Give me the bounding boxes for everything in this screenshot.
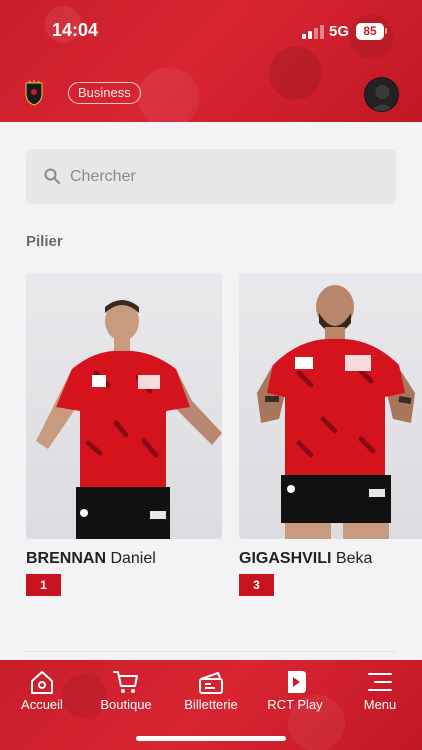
search-input[interactable] [70,149,380,204]
player-card[interactable]: GIGASHVILI Beka 3 [239,273,422,596]
search-bar[interactable] [26,149,396,204]
cart-icon [113,671,138,693]
nav-label: Accueil [21,697,63,712]
network-type: 5G [329,23,350,40]
status-time: 14:04 [52,20,99,40]
nav-label: Boutique [100,697,152,712]
ticket-icon [199,672,223,694]
player-last-name: GIGASHVILI [239,550,332,567]
home-indicator[interactable] [136,736,286,741]
player-number-badge: 1 [26,574,61,596]
nav-item-menu[interactable]: Menu [338,668,422,712]
nav-label: RCT Play [267,697,323,712]
home-icon [31,671,53,694]
player-name: BRENNAN Daniel [26,550,222,568]
section-title: Pilier [26,233,63,250]
player-carousel[interactable]: BRENNAN Daniel 1 GIGASHVILI Beka 3 [26,273,422,603]
nav-item-boutique[interactable]: Boutique [84,668,168,712]
player-photo [26,273,222,539]
player-photo [239,273,422,539]
battery-tip [385,28,387,34]
player-card[interactable]: BRENNAN Daniel 1 [26,273,222,596]
status-bar: 14:04 5G 85 [0,0,422,60]
player-last-name: BRENNAN [26,550,106,567]
player-name: GIGASHVILI Beka [239,550,422,568]
nav-item-rct-play[interactable]: RCT Play [253,668,337,712]
divider [26,651,396,652]
main-content: Pilier [0,122,422,660]
app-header: 14:04 5G 85 Business [0,0,422,122]
search-icon [44,168,60,184]
play-icon [288,671,306,693]
player-first-name: Beka [335,550,373,567]
nav-label: Menu [363,697,397,712]
business-pill[interactable]: Business [68,82,141,104]
player-number-badge: 3 [239,574,274,596]
menu-icon [368,673,392,691]
profile-avatar[interactable] [364,77,399,112]
club-logo-icon[interactable] [24,80,44,106]
signal-icon [302,25,324,39]
user-icon [370,85,395,111]
nav-item-accueil[interactable]: Accueil [0,668,84,712]
player-first-name: Daniel [110,550,156,567]
nav-item-billetterie[interactable]: Billetterie [169,668,253,712]
battery-icon: 85 [356,23,384,40]
nav-label: Billetterie [184,697,238,712]
